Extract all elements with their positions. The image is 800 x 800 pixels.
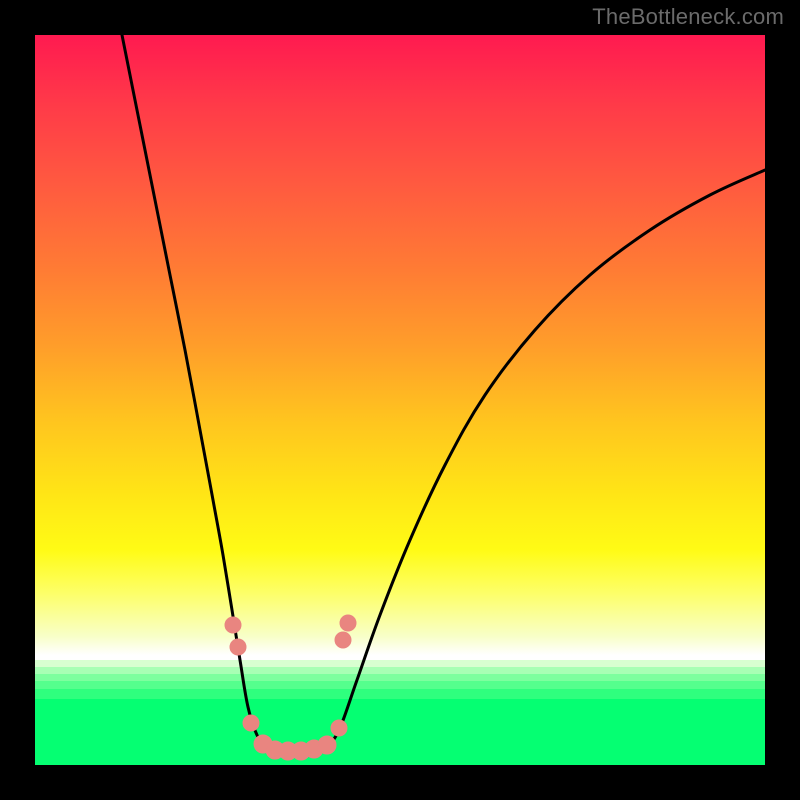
curve-overlay — [35, 35, 765, 765]
data-marker — [318, 736, 336, 754]
data-marker — [335, 632, 351, 648]
data-marker — [230, 639, 246, 655]
curve-left-curve — [122, 35, 280, 751]
curve-right-curve — [328, 170, 765, 747]
watermark-text: TheBottleneck.com — [592, 4, 784, 30]
outer-frame: TheBottleneck.com — [0, 0, 800, 800]
data-marker — [243, 715, 259, 731]
data-marker — [340, 615, 356, 631]
data-marker — [225, 617, 241, 633]
data-marker — [331, 720, 347, 736]
plot-area — [35, 35, 765, 765]
